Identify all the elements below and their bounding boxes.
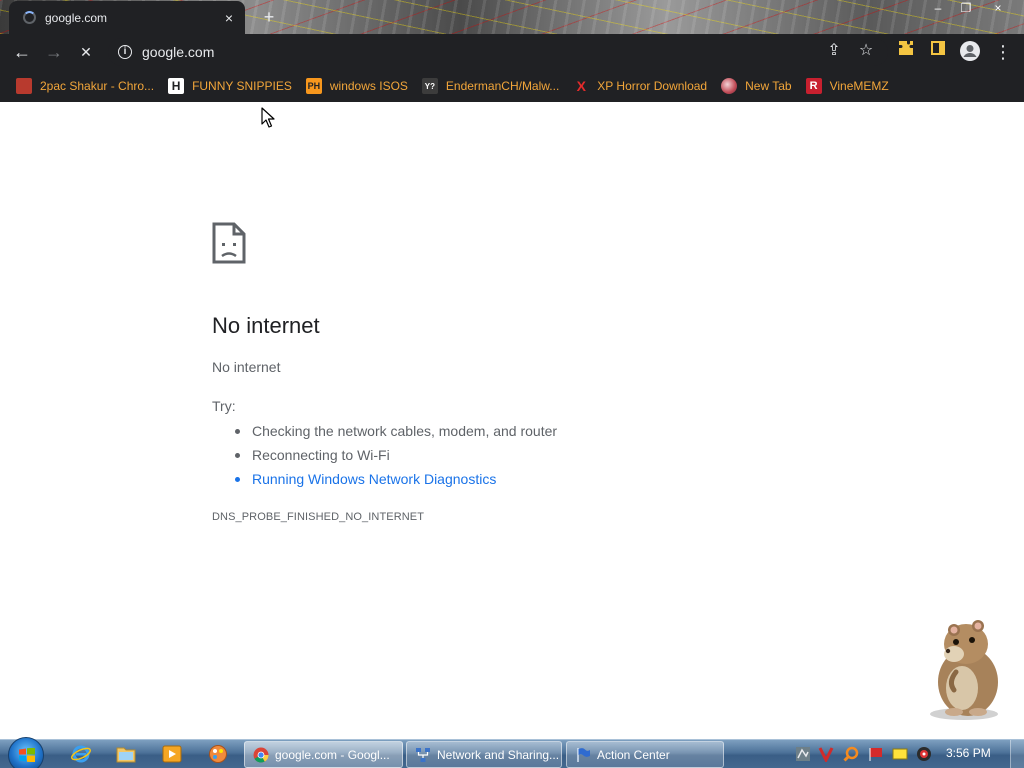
site-info-icon[interactable]: i bbox=[118, 45, 132, 59]
tab-close-icon[interactable]: × bbox=[221, 10, 237, 26]
stop-loading-button[interactable]: ✕ bbox=[73, 39, 99, 65]
tray-yellow-icon[interactable] bbox=[892, 746, 908, 762]
side-panel-icon[interactable] bbox=[926, 40, 950, 64]
network-icon bbox=[416, 747, 430, 762]
new-tab-button[interactable]: + bbox=[258, 6, 280, 28]
folder-icon bbox=[116, 747, 136, 763]
minimize-button[interactable]: – bbox=[924, 0, 952, 18]
mouse-cursor-icon bbox=[261, 107, 275, 128]
tray-app-icon[interactable] bbox=[795, 746, 811, 762]
bookmark-2pac[interactable]: 2pac Shakur - Chro... bbox=[10, 73, 162, 99]
hamster-mascot-icon[interactable] bbox=[918, 614, 1010, 722]
bookmark-endermanch[interactable]: Y? EndermanCH/Malw... bbox=[416, 73, 567, 99]
task-network-sharing[interactable]: Network and Sharing... bbox=[406, 741, 562, 768]
chrome-icon bbox=[253, 747, 269, 763]
error-subtitle: No internet bbox=[212, 359, 281, 375]
try-label: Try: bbox=[212, 398, 236, 414]
tray-v-icon[interactable] bbox=[818, 746, 834, 762]
tab-google[interactable]: google.com × bbox=[9, 1, 245, 34]
address-url[interactable]: google.com bbox=[142, 44, 214, 60]
taskbar-clock[interactable]: 3:56 PM bbox=[946, 746, 991, 760]
error-title: No internet bbox=[212, 313, 320, 338]
close-window-button[interactable]: × bbox=[984, 0, 1012, 18]
show-desktop-button[interactable] bbox=[1010, 740, 1024, 768]
bookmark-funny-snippies[interactable]: H FUNNY SNIPPIES bbox=[162, 73, 300, 99]
tab-title: google.com bbox=[45, 10, 108, 25]
address-bar[interactable]: i google.com bbox=[108, 38, 888, 66]
action-center-flag-icon bbox=[577, 747, 590, 762]
task-chrome[interactable]: google.com - Googl... bbox=[244, 741, 403, 768]
tray-search-icon[interactable] bbox=[843, 746, 859, 762]
bookmark-vinememz[interactable]: R VineMEMZ bbox=[800, 73, 897, 99]
windows-taskbar: google.com - Googl... Network and Sharin… bbox=[0, 737, 1024, 768]
bookmark-star-icon[interactable]: ☆ bbox=[855, 40, 877, 62]
page-content: No internet No internet Try: Checking th… bbox=[0, 102, 1024, 739]
ph-icon: PH bbox=[305, 78, 322, 94]
loading-spinner-icon bbox=[23, 11, 36, 24]
r-icon: R bbox=[805, 78, 822, 94]
tray-speaker-icon[interactable] bbox=[916, 746, 932, 762]
task-action-center[interactable]: Action Center bbox=[566, 741, 724, 768]
back-button[interactable]: ← bbox=[9, 39, 35, 65]
pinned-paint[interactable] bbox=[199, 742, 237, 766]
yp-icon: Y? bbox=[421, 78, 438, 94]
profile-avatar-icon[interactable] bbox=[958, 40, 982, 64]
forward-button[interactable]: → bbox=[41, 39, 67, 65]
h-icon: H bbox=[168, 78, 185, 94]
x-icon: X bbox=[576, 78, 586, 94]
share-icon[interactable]: ⇪ bbox=[823, 40, 845, 62]
internet-explorer-icon bbox=[71, 745, 91, 763]
bookmark-windows-isos[interactable]: PH windows ISOS bbox=[300, 73, 416, 99]
suggestion-reconnect-wifi: Reconnecting to Wi-Fi bbox=[234, 446, 557, 470]
start-button[interactable] bbox=[8, 737, 44, 768]
suggestion-list: Checking the network cables, modem, and … bbox=[234, 422, 557, 494]
sad-page-icon bbox=[212, 222, 246, 264]
bookmarks-bar: 2pac Shakur - Chro... H FUNNY SNIPPIES P… bbox=[0, 70, 1024, 102]
pinned-ie[interactable] bbox=[62, 742, 100, 766]
browser-toolbar: ← → ✕ i google.com ⇪ ☆ ⋮ bbox=[0, 34, 1024, 70]
2pac-icon bbox=[16, 78, 32, 94]
chrome-menu-icon[interactable]: ⋮ bbox=[991, 40, 1015, 64]
pinned-media-player[interactable] bbox=[153, 742, 191, 766]
extensions-puzzle-icon[interactable] bbox=[894, 40, 918, 64]
windows-logo-icon bbox=[19, 748, 35, 762]
suggestion-check-cables: Checking the network cables, modem, and … bbox=[234, 422, 557, 446]
tab-strip: google.com × + – ❐ × bbox=[0, 0, 1024, 34]
network-diagnostics-link[interactable]: Running Windows Network Diagnostics bbox=[234, 470, 557, 494]
pinned-explorer[interactable] bbox=[107, 742, 145, 766]
restore-button[interactable]: ❐ bbox=[952, 0, 980, 18]
error-code: DNS_PROBE_FINISHED_NO_INTERNET bbox=[212, 511, 425, 523]
bookmark-xp-horror[interactable]: X XP Horror Download bbox=[567, 73, 715, 99]
tray-red-flag-icon[interactable] bbox=[868, 746, 884, 762]
media-player-icon bbox=[162, 745, 182, 763]
bookmark-new-tab[interactable]: New Tab bbox=[715, 73, 799, 99]
globe-icon bbox=[721, 78, 738, 94]
paint-palette-icon bbox=[209, 745, 227, 763]
